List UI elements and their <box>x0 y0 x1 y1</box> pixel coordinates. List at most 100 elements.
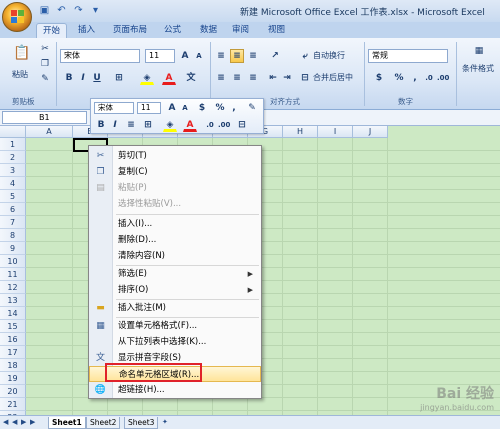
menu-item-pick-from-list[interactable]: 从下拉列表中选择(K)... <box>89 334 261 350</box>
mini-center-icon[interactable]: ≡ <box>124 118 138 132</box>
merge-center-button[interactable]: 合并后居中 <box>313 71 353 85</box>
currency-icon[interactable]: $ <box>372 71 386 85</box>
row-header[interactable]: 16 <box>0 333 26 346</box>
first-sheet-icon[interactable]: ◀ <box>3 418 11 427</box>
menu-item-filter[interactable]: 筛选(E) ▶ <box>89 266 261 282</box>
grow-font-icon[interactable]: A <box>178 49 192 63</box>
cut-icon[interactable]: ✂ <box>38 42 52 56</box>
conditional-format-button[interactable]: 条件格式 <box>462 62 494 76</box>
row-header[interactable]: 8 <box>0 229 26 242</box>
prev-sheet-icon[interactable]: ◀ <box>12 418 20 427</box>
row-header[interactable]: 21 <box>0 398 26 411</box>
tab-insert[interactable]: 插入 <box>72 23 101 38</box>
sheet-tab-sheet2[interactable]: Sheet2 <box>86 417 121 429</box>
align-right-icon[interactable]: ≡ <box>246 71 260 85</box>
mini-font-size-select[interactable]: 11 <box>137 102 161 114</box>
phonetic-icon[interactable]: 文 <box>184 71 198 85</box>
column-header[interactable]: A <box>26 126 73 138</box>
row-header[interactable]: 12 <box>0 281 26 294</box>
align-top-icon[interactable]: ≡ <box>214 49 228 63</box>
select-all-corner[interactable] <box>0 126 26 138</box>
decrease-indent-icon[interactable]: ⇤ <box>266 71 280 85</box>
paste-button[interactable]: 粘贴 <box>12 68 28 82</box>
menu-item-copy[interactable]: ❐ 复制(C) <box>89 164 261 180</box>
conditional-format-icon[interactable]: ▦ <box>470 44 488 60</box>
italic-button[interactable]: I <box>76 71 90 85</box>
tab-data[interactable]: 数据 <box>194 23 223 38</box>
menu-item-insert-comment[interactable]: ▬ 插入批注(M) <box>89 300 261 316</box>
row-header[interactable]: 17 <box>0 346 26 359</box>
number-format-select[interactable]: 常规 <box>368 49 448 63</box>
mini-fill-color-icon[interactable]: ◈ <box>163 118 177 132</box>
shrink-font-icon[interactable]: A <box>192 49 206 63</box>
bold-button[interactable]: B <box>62 71 76 85</box>
wrap-text-icon[interactable]: ⤶ <box>298 49 312 63</box>
font-color-icon[interactable]: A <box>162 71 176 85</box>
mini-shrink-font-icon[interactable]: A <box>178 101 192 115</box>
fill-color-icon[interactable]: ◈ <box>140 71 154 85</box>
row-header[interactable]: 5 <box>0 190 26 203</box>
mini-font-color-icon[interactable]: A <box>183 118 197 132</box>
mini-bold-button[interactable]: B <box>94 118 108 132</box>
menu-item-sort[interactable]: 排序(O) ▶ <box>89 282 261 298</box>
row-header[interactable]: 18 <box>0 359 26 372</box>
redo-icon[interactable]: ↷ <box>72 4 85 17</box>
font-name-select[interactable]: 宋体 <box>60 49 140 63</box>
column-header[interactable]: H <box>283 126 318 138</box>
row-header[interactable]: 20 <box>0 385 26 398</box>
mini-italic-button[interactable]: I <box>108 118 122 132</box>
menu-item-clear-contents[interactable]: 清除内容(N) <box>89 248 261 264</box>
mini-increase-decimal-icon[interactable]: .0 <box>203 118 217 132</box>
row-header[interactable]: 2 <box>0 151 26 164</box>
row-header[interactable]: 4 <box>0 177 26 190</box>
paste-icon[interactable]: 📋 <box>12 46 30 68</box>
column-header[interactable]: J <box>353 126 388 138</box>
row-header[interactable]: 13 <box>0 294 26 307</box>
align-center-icon[interactable]: ≡ <box>230 71 244 85</box>
row-header[interactable]: 7 <box>0 216 26 229</box>
tab-review[interactable]: 审阅 <box>226 23 255 38</box>
menu-item-delete[interactable]: 删除(D)... <box>89 232 261 248</box>
borders-icon[interactable]: ⊞ <box>112 71 126 85</box>
row-header[interactable]: 15 <box>0 320 26 333</box>
decrease-decimal-icon[interactable]: .00 <box>436 71 450 85</box>
customize-qat-icon[interactable]: ▾ <box>89 4 102 17</box>
insert-sheet-icon[interactable]: ✦ <box>162 418 174 427</box>
office-button[interactable] <box>2 2 32 32</box>
menu-item-paste-special[interactable]: 选择性粘贴(V)... <box>89 196 261 212</box>
merge-center-icon[interactable]: ⊟ <box>298 71 312 85</box>
save-icon[interactable]: ▣ <box>38 4 51 17</box>
menu-item-cut[interactable]: ✂ 剪切(T) <box>89 148 261 164</box>
row-header[interactable]: 14 <box>0 307 26 320</box>
tab-formulas[interactable]: 公式 <box>158 23 187 38</box>
increase-decimal-icon[interactable]: .0 <box>422 71 436 85</box>
mini-decrease-decimal-icon[interactable]: .00 <box>217 118 231 132</box>
font-size-select[interactable]: 11 <box>145 49 175 63</box>
mini-grow-font-icon[interactable]: A <box>165 101 179 115</box>
format-painter-icon[interactable]: ✎ <box>38 72 52 86</box>
orientation-icon[interactable]: ↗ <box>268 49 282 63</box>
row-header[interactable]: 3 <box>0 164 26 177</box>
row-header[interactable]: 9 <box>0 242 26 255</box>
mini-comma-icon[interactable]: , <box>227 101 241 115</box>
tab-home[interactable]: 开始 <box>36 23 68 38</box>
mini-format-painter-icon[interactable]: ✎ <box>245 101 259 115</box>
name-box[interactable]: B1 <box>2 111 87 124</box>
tab-view[interactable]: 视图 <box>262 23 291 38</box>
menu-item-insert[interactable]: 插入(I)... <box>89 216 261 232</box>
comma-style-icon[interactable]: , <box>408 71 422 85</box>
menu-item-paste[interactable]: ▤ 粘贴(P) <box>89 180 261 196</box>
align-left-icon[interactable]: ≡ <box>214 71 228 85</box>
last-sheet-icon[interactable]: ▶ <box>30 418 38 427</box>
wrap-text-button[interactable]: 自动换行 <box>313 49 345 63</box>
mini-merge-icon[interactable]: ⊟ <box>235 118 249 132</box>
sheet-tab-sheet3[interactable]: Sheet3 <box>124 417 159 429</box>
sheet-tab-sheet1[interactable]: Sheet1 <box>48 417 86 429</box>
row-header[interactable]: 6 <box>0 203 26 216</box>
mini-font-name-select[interactable]: 宋体 <box>94 102 134 114</box>
next-sheet-icon[interactable]: ▶ <box>21 418 29 427</box>
undo-icon[interactable]: ↶ <box>55 4 68 17</box>
percent-icon[interactable]: % <box>392 71 406 85</box>
align-bottom-icon[interactable]: ≡ <box>246 49 260 63</box>
underline-button[interactable]: U <box>90 71 104 85</box>
